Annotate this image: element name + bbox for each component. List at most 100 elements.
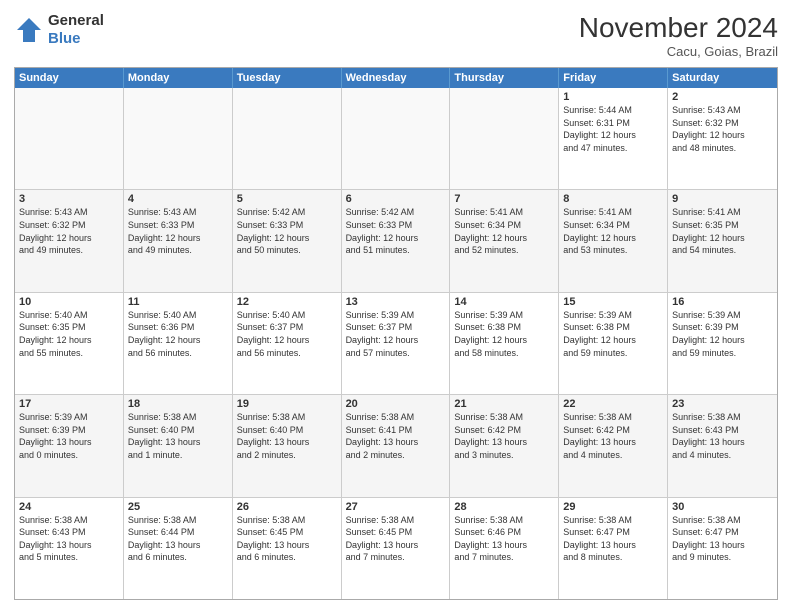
- cal-cell: 9Sunrise: 5:41 AM Sunset: 6:35 PM Daylig…: [668, 190, 777, 291]
- cell-info: Sunrise: 5:40 AM Sunset: 6:36 PM Dayligh…: [128, 309, 228, 359]
- day-number: 28: [454, 501, 554, 513]
- day-number: 8: [563, 193, 663, 205]
- cell-info: Sunrise: 5:41 AM Sunset: 6:35 PM Dayligh…: [672, 206, 773, 256]
- cal-cell: 13Sunrise: 5:39 AM Sunset: 6:37 PM Dayli…: [342, 293, 451, 394]
- day-number: 12: [237, 296, 337, 308]
- cal-cell: 23Sunrise: 5:38 AM Sunset: 6:43 PM Dayli…: [668, 395, 777, 496]
- cal-cell: [15, 88, 124, 189]
- cell-info: Sunrise: 5:40 AM Sunset: 6:37 PM Dayligh…: [237, 309, 337, 359]
- cal-cell: 30Sunrise: 5:38 AM Sunset: 6:47 PM Dayli…: [668, 498, 777, 599]
- week-row-1: 1Sunrise: 5:44 AM Sunset: 6:31 PM Daylig…: [15, 88, 777, 190]
- week-row-3: 10Sunrise: 5:40 AM Sunset: 6:35 PM Dayli…: [15, 293, 777, 395]
- cal-cell: [124, 88, 233, 189]
- header-day-monday: Monday: [124, 68, 233, 88]
- day-number: 5: [237, 193, 337, 205]
- day-number: 6: [346, 193, 446, 205]
- day-number: 24: [19, 501, 119, 513]
- logo-text: General Blue: [48, 12, 104, 48]
- header-day-tuesday: Tuesday: [233, 68, 342, 88]
- calendar-body: 1Sunrise: 5:44 AM Sunset: 6:31 PM Daylig…: [15, 88, 777, 599]
- cal-cell: 16Sunrise: 5:39 AM Sunset: 6:39 PM Dayli…: [668, 293, 777, 394]
- header-day-thursday: Thursday: [450, 68, 559, 88]
- day-number: 9: [672, 193, 773, 205]
- day-number: 18: [128, 398, 228, 410]
- day-number: 20: [346, 398, 446, 410]
- cal-cell: 12Sunrise: 5:40 AM Sunset: 6:37 PM Dayli…: [233, 293, 342, 394]
- cal-cell: 15Sunrise: 5:39 AM Sunset: 6:38 PM Dayli…: [559, 293, 668, 394]
- cal-cell: [450, 88, 559, 189]
- title-block: November 2024 Cacu, Goias, Brazil: [579, 12, 778, 59]
- cal-cell: 2Sunrise: 5:43 AM Sunset: 6:32 PM Daylig…: [668, 88, 777, 189]
- logo-line1: General: [48, 12, 104, 30]
- page: General Blue November 2024 Cacu, Goias, …: [0, 0, 792, 612]
- cell-info: Sunrise: 5:38 AM Sunset: 6:43 PM Dayligh…: [672, 411, 773, 461]
- header-day-friday: Friday: [559, 68, 668, 88]
- day-number: 2: [672, 91, 773, 103]
- cell-info: Sunrise: 5:42 AM Sunset: 6:33 PM Dayligh…: [346, 206, 446, 256]
- day-number: 3: [19, 193, 119, 205]
- cal-cell: 27Sunrise: 5:38 AM Sunset: 6:45 PM Dayli…: [342, 498, 451, 599]
- day-number: 4: [128, 193, 228, 205]
- day-number: 15: [563, 296, 663, 308]
- cell-info: Sunrise: 5:38 AM Sunset: 6:44 PM Dayligh…: [128, 514, 228, 564]
- logo-icon: [14, 15, 44, 45]
- logo-line2: Blue: [48, 30, 104, 48]
- cell-info: Sunrise: 5:39 AM Sunset: 6:39 PM Dayligh…: [672, 309, 773, 359]
- cell-info: Sunrise: 5:39 AM Sunset: 6:39 PM Dayligh…: [19, 411, 119, 461]
- cal-cell: 29Sunrise: 5:38 AM Sunset: 6:47 PM Dayli…: [559, 498, 668, 599]
- day-number: 17: [19, 398, 119, 410]
- day-number: 14: [454, 296, 554, 308]
- cell-info: Sunrise: 5:43 AM Sunset: 6:32 PM Dayligh…: [19, 206, 119, 256]
- week-row-2: 3Sunrise: 5:43 AM Sunset: 6:32 PM Daylig…: [15, 190, 777, 292]
- cal-cell: 19Sunrise: 5:38 AM Sunset: 6:40 PM Dayli…: [233, 395, 342, 496]
- day-number: 21: [454, 398, 554, 410]
- cal-cell: 5Sunrise: 5:42 AM Sunset: 6:33 PM Daylig…: [233, 190, 342, 291]
- cell-info: Sunrise: 5:41 AM Sunset: 6:34 PM Dayligh…: [454, 206, 554, 256]
- location: Cacu, Goias, Brazil: [579, 44, 778, 59]
- cal-cell: 8Sunrise: 5:41 AM Sunset: 6:34 PM Daylig…: [559, 190, 668, 291]
- day-number: 1: [563, 91, 663, 103]
- cell-info: Sunrise: 5:39 AM Sunset: 6:38 PM Dayligh…: [563, 309, 663, 359]
- cell-info: Sunrise: 5:38 AM Sunset: 6:47 PM Dayligh…: [672, 514, 773, 564]
- day-number: 16: [672, 296, 773, 308]
- logo: General Blue: [14, 12, 104, 48]
- cal-cell: [233, 88, 342, 189]
- cal-cell: 28Sunrise: 5:38 AM Sunset: 6:46 PM Dayli…: [450, 498, 559, 599]
- header-day-wednesday: Wednesday: [342, 68, 451, 88]
- month-title: November 2024: [579, 12, 778, 44]
- cell-info: Sunrise: 5:40 AM Sunset: 6:35 PM Dayligh…: [19, 309, 119, 359]
- cell-info: Sunrise: 5:44 AM Sunset: 6:31 PM Dayligh…: [563, 104, 663, 154]
- day-number: 30: [672, 501, 773, 513]
- cal-cell: 7Sunrise: 5:41 AM Sunset: 6:34 PM Daylig…: [450, 190, 559, 291]
- cell-info: Sunrise: 5:39 AM Sunset: 6:37 PM Dayligh…: [346, 309, 446, 359]
- cell-info: Sunrise: 5:42 AM Sunset: 6:33 PM Dayligh…: [237, 206, 337, 256]
- cal-cell: 4Sunrise: 5:43 AM Sunset: 6:33 PM Daylig…: [124, 190, 233, 291]
- cell-info: Sunrise: 5:38 AM Sunset: 6:45 PM Dayligh…: [237, 514, 337, 564]
- cal-cell: 20Sunrise: 5:38 AM Sunset: 6:41 PM Dayli…: [342, 395, 451, 496]
- cell-info: Sunrise: 5:38 AM Sunset: 6:42 PM Dayligh…: [563, 411, 663, 461]
- cal-cell: 22Sunrise: 5:38 AM Sunset: 6:42 PM Dayli…: [559, 395, 668, 496]
- header: General Blue November 2024 Cacu, Goias, …: [14, 12, 778, 59]
- day-number: 26: [237, 501, 337, 513]
- cell-info: Sunrise: 5:38 AM Sunset: 6:40 PM Dayligh…: [128, 411, 228, 461]
- cal-cell: 11Sunrise: 5:40 AM Sunset: 6:36 PM Dayli…: [124, 293, 233, 394]
- cal-cell: 14Sunrise: 5:39 AM Sunset: 6:38 PM Dayli…: [450, 293, 559, 394]
- day-number: 11: [128, 296, 228, 308]
- day-number: 13: [346, 296, 446, 308]
- day-number: 19: [237, 398, 337, 410]
- cal-cell: 24Sunrise: 5:38 AM Sunset: 6:43 PM Dayli…: [15, 498, 124, 599]
- cell-info: Sunrise: 5:43 AM Sunset: 6:32 PM Dayligh…: [672, 104, 773, 154]
- cal-cell: 1Sunrise: 5:44 AM Sunset: 6:31 PM Daylig…: [559, 88, 668, 189]
- week-row-5: 24Sunrise: 5:38 AM Sunset: 6:43 PM Dayli…: [15, 498, 777, 599]
- cal-cell: 18Sunrise: 5:38 AM Sunset: 6:40 PM Dayli…: [124, 395, 233, 496]
- day-number: 23: [672, 398, 773, 410]
- cal-cell: 21Sunrise: 5:38 AM Sunset: 6:42 PM Dayli…: [450, 395, 559, 496]
- cal-cell: 10Sunrise: 5:40 AM Sunset: 6:35 PM Dayli…: [15, 293, 124, 394]
- cell-info: Sunrise: 5:38 AM Sunset: 6:41 PM Dayligh…: [346, 411, 446, 461]
- calendar-header: SundayMondayTuesdayWednesdayThursdayFrid…: [15, 68, 777, 88]
- cell-info: Sunrise: 5:43 AM Sunset: 6:33 PM Dayligh…: [128, 206, 228, 256]
- day-number: 25: [128, 501, 228, 513]
- cal-cell: 3Sunrise: 5:43 AM Sunset: 6:32 PM Daylig…: [15, 190, 124, 291]
- cell-info: Sunrise: 5:38 AM Sunset: 6:47 PM Dayligh…: [563, 514, 663, 564]
- day-number: 22: [563, 398, 663, 410]
